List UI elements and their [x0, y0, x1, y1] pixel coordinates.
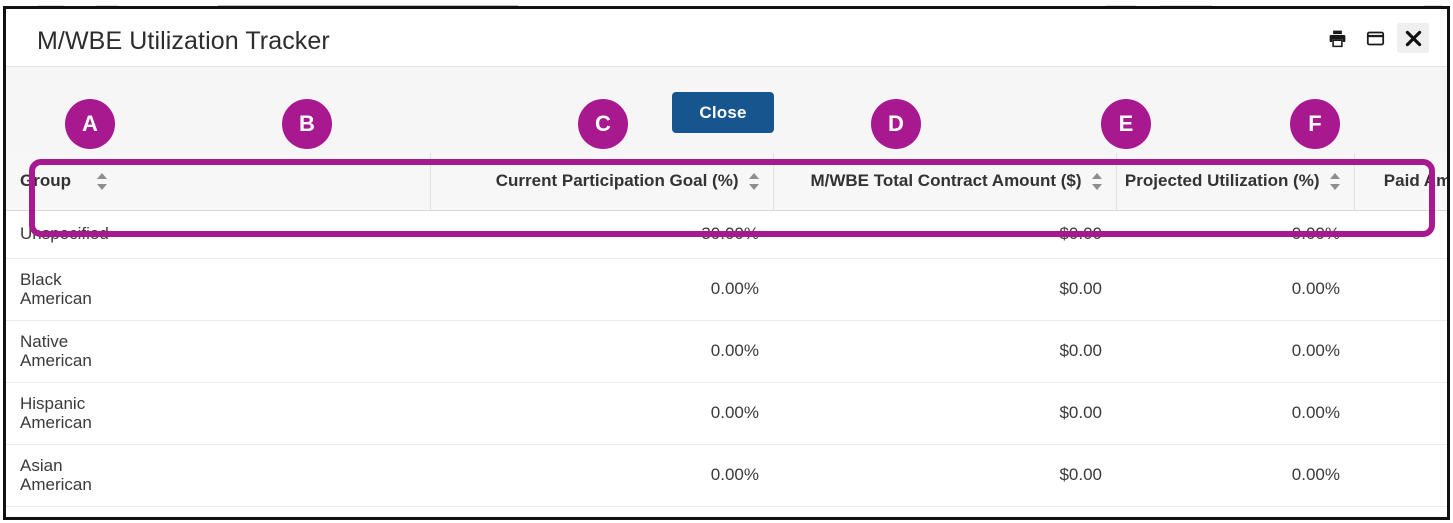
- column-header-label: Current Participation Goal (%): [496, 171, 739, 191]
- close-icon[interactable]: [1397, 23, 1429, 53]
- cell-contract: $0.00: [773, 382, 1116, 444]
- cell-contract: $0.00: [773, 210, 1116, 258]
- cell-group-name: AsianAmerican: [6, 444, 430, 506]
- screenshot-root: M/WBE Utilization Tracker: [0, 0, 1453, 523]
- table-body: Unspecified30.00%$0.000.00%$0.000.00%Bla…: [6, 210, 1447, 517]
- table-container: Group Current Participation Goal (%) M/WBE…: [6, 153, 1447, 517]
- print-icon[interactable]: [1321, 23, 1353, 53]
- cell-projected: 0.00%: [1116, 320, 1354, 382]
- modal-toolbar: Close: [6, 67, 1447, 153]
- column-header-label: Group: [20, 171, 71, 191]
- cell-contract: $0.00: [773, 320, 1116, 382]
- cell-contract: $0.00: [773, 444, 1116, 506]
- column-header-label: Projected Utilization (%): [1125, 171, 1320, 191]
- cell-projected: 0.00%: [1116, 382, 1354, 444]
- modal-titlebar: M/WBE Utilization Tracker: [6, 9, 1447, 67]
- cell-paid: $0.00: [1354, 320, 1447, 382]
- cell-goal: 0.00%: [430, 258, 773, 320]
- column-header-current-participation-goal[interactable]: Current Participation Goal (%): [430, 153, 773, 210]
- column-header-m-wbe-total-contract-amount[interactable]: M/WBE Total Contract Amount ($): [773, 153, 1116, 210]
- cell-paid: $0.00: [1354, 258, 1447, 320]
- cell-projected: 0.00%: [1116, 444, 1354, 506]
- cell-group-name: Unspecified: [6, 210, 430, 258]
- sort-toggle-icon[interactable]: [749, 173, 759, 190]
- annotation-badge-b: B: [282, 99, 332, 149]
- cell-projected: 0.00%: [1116, 210, 1354, 258]
- page-title: M/WBE Utilization Tracker: [37, 27, 330, 56]
- cell-group-name: BlackAmerican: [6, 258, 430, 320]
- column-header-group[interactable]: Group: [6, 153, 430, 210]
- cell-group-name: HispanicAmerican: [6, 382, 430, 444]
- table-row[interactable]: Women0.00%$0.000.00%$0.000.00%: [6, 506, 1447, 517]
- table-row[interactable]: BlackAmerican0.00%$0.000.00%$0.000.00%: [6, 258, 1447, 320]
- cell-group-name: Women: [6, 506, 430, 517]
- sort-toggle-icon[interactable]: [1092, 173, 1102, 190]
- table-row[interactable]: HispanicAmerican0.00%$0.000.00%$0.000.00…: [6, 382, 1447, 444]
- cell-contract: $0.00: [773, 258, 1116, 320]
- annotation-badge-e: E: [1101, 99, 1151, 149]
- close-button[interactable]: Close: [672, 92, 774, 133]
- annotation-badge-c: C: [578, 99, 628, 149]
- annotation-badge-f: F: [1290, 99, 1340, 149]
- table-header-row: Group Current Participation Goal (%) M/WBE…: [6, 153, 1447, 210]
- modal-dialog: M/WBE Utilization Tracker: [3, 6, 1450, 520]
- annotation-badge-a: A: [65, 99, 115, 149]
- cell-goal: 0.00%: [430, 382, 773, 444]
- cell-goal: 30.00%: [430, 210, 773, 258]
- column-header-projected-utilization[interactable]: Projected Utilization (%): [1116, 153, 1354, 210]
- cell-goal: 0.00%: [430, 320, 773, 382]
- annotation-badge-d: D: [871, 99, 921, 149]
- cell-goal: 0.00%: [430, 506, 773, 517]
- table-row[interactable]: Unspecified30.00%$0.000.00%$0.000.00%: [6, 210, 1447, 258]
- cell-paid: $0.00: [1354, 444, 1447, 506]
- table-row[interactable]: AsianAmerican0.00%$0.000.00%$0.000.00%: [6, 444, 1447, 506]
- cell-paid: $0.00: [1354, 210, 1447, 258]
- sort-toggle-icon[interactable]: [1330, 173, 1340, 190]
- cell-contract: $0.00: [773, 506, 1116, 517]
- cell-projected: 0.00%: [1116, 258, 1354, 320]
- sort-toggle-icon[interactable]: [97, 173, 107, 190]
- cell-paid: $0.00: [1354, 382, 1447, 444]
- window-controls: [1321, 23, 1429, 53]
- utilization-table: Group Current Participation Goal (%) M/WBE…: [6, 153, 1447, 517]
- table-row[interactable]: NativeAmerican0.00%$0.000.00%$0.000.00%: [6, 320, 1447, 382]
- column-header-label: Paid Amount ($): [1384, 171, 1447, 191]
- restore-icon[interactable]: [1359, 23, 1391, 53]
- cell-group-name: NativeAmerican: [6, 320, 430, 382]
- table-header: Group Current Participation Goal (%) M/WBE…: [6, 153, 1447, 210]
- cell-paid: $0.00: [1354, 506, 1447, 517]
- column-header-label: M/WBE Total Contract Amount ($): [810, 171, 1081, 191]
- cell-projected: 0.00%: [1116, 506, 1354, 517]
- cell-goal: 0.00%: [430, 444, 773, 506]
- column-header-paid-amount[interactable]: Paid Amount ($): [1354, 153, 1447, 210]
